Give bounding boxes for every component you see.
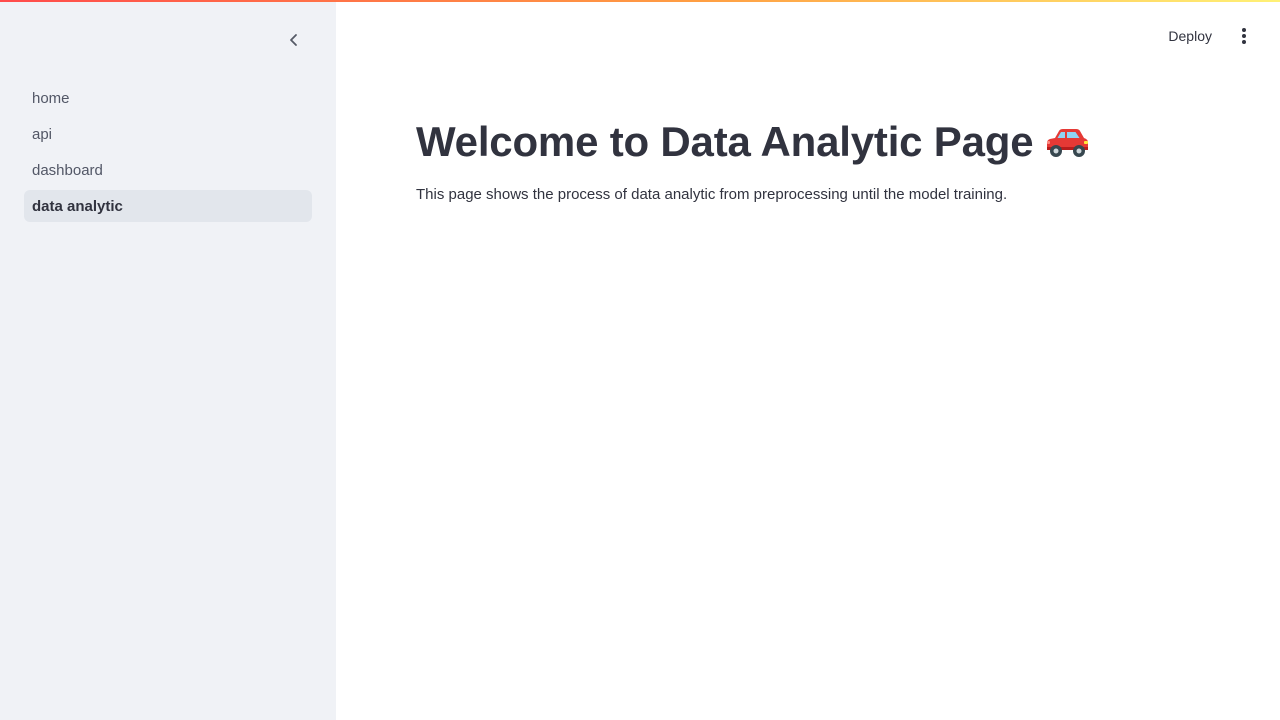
sidebar-item-dashboard[interactable]: dashboard [24, 154, 312, 186]
more-vertical-icon [1242, 28, 1246, 44]
sidebar-item-data-analytic[interactable]: data analytic [24, 190, 312, 222]
sidebar-item-label: home [32, 89, 70, 107]
sidebar-item-label: data analytic [32, 197, 123, 215]
sidebar-item-api[interactable]: api [24, 118, 312, 150]
top-decoration-bar [0, 0, 1280, 2]
chevron-left-icon [290, 34, 297, 46]
red-car-icon [1047, 129, 1089, 157]
main-menu-button[interactable] [1234, 22, 1254, 50]
sidebar-nav: home api dashboard data analytic [24, 82, 312, 226]
deploy-button[interactable]: Deploy [1164, 24, 1216, 48]
main-content: Welcome to Data Analytic Page This page … [416, 112, 1236, 203]
header-toolbar: Deploy [1164, 22, 1254, 50]
sidebar-item-label: dashboard [32, 161, 103, 179]
collapse-sidebar-button[interactable] [282, 28, 306, 52]
sidebar-item-home[interactable]: home [24, 82, 312, 114]
page-title-text: Welcome to Data Analytic Page [416, 118, 1034, 165]
page-title: Welcome to Data Analytic Page [416, 112, 1236, 172]
sidebar: home api dashboard data analytic [0, 0, 336, 720]
sidebar-item-label: api [32, 125, 53, 143]
page-description: This page shows the process of data anal… [416, 186, 1008, 203]
